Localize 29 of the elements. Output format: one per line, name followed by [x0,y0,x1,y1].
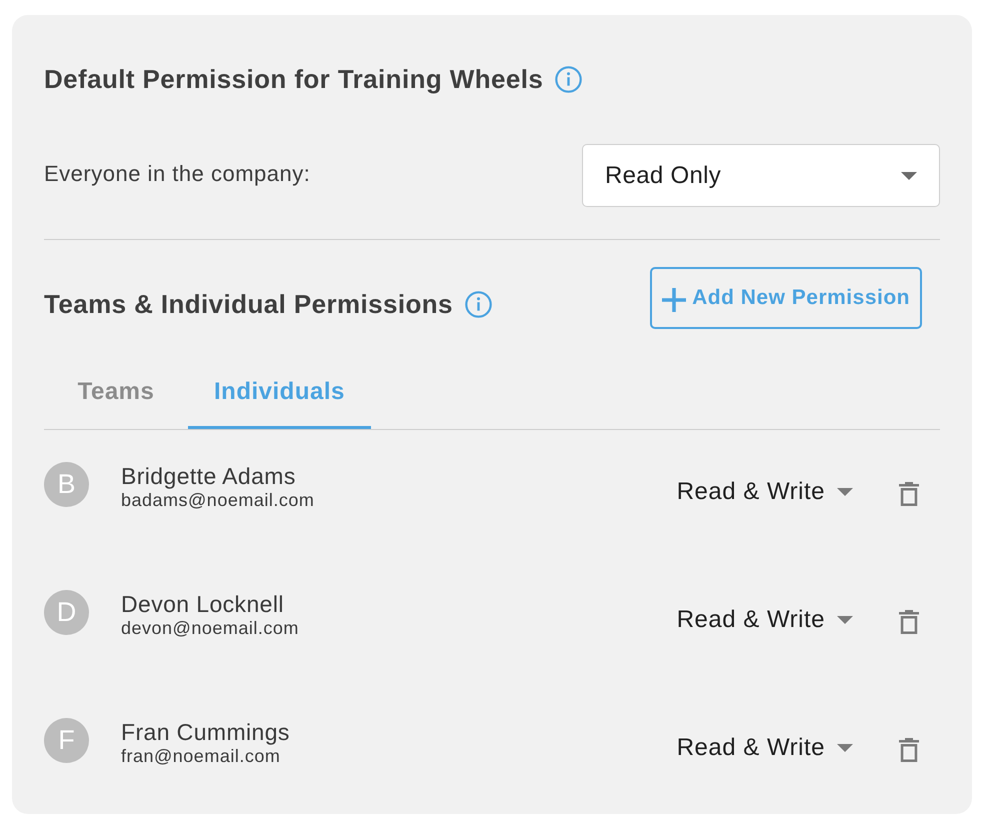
permission-select[interactable]: Read Only [582,144,940,207]
delete-button[interactable] [899,610,919,634]
caret-icon [837,744,853,752]
permission-dropdown[interactable]: Read & Write [676,606,853,634]
caret-icon [837,616,853,624]
person-name: Fran Cummings [121,719,290,745]
person-email: devon@noemail.com [121,617,299,639]
person-email: badams@noemail.com [121,489,314,511]
avatar: D [44,590,89,635]
person-name: Bridgette Adams [121,463,296,489]
permission-dropdown[interactable]: Read & Write [676,478,853,506]
caret-icon [837,488,853,496]
delete-button[interactable] [899,738,919,762]
info-icon[interactable] [464,290,492,318]
permission-dropdown[interactable]: Read & Write [676,734,853,762]
trash-icon [899,738,919,762]
avatar: F [44,718,89,763]
person-email: fran@noemail.com [121,745,280,767]
field-label: Everyone in the company: [44,160,310,186]
info-icon[interactable] [555,66,582,92]
delete-button[interactable] [899,482,919,506]
caret-icon [901,172,917,180]
section-title: Default Permission for Training Wheels [44,64,544,94]
person-name: Devon Locknell [121,591,284,617]
section-title: Teams & Individual Permissions [44,289,453,319]
trash-icon [899,482,919,506]
avatar: B [44,462,89,507]
plus-icon [662,288,686,312]
trash-icon [899,610,919,634]
